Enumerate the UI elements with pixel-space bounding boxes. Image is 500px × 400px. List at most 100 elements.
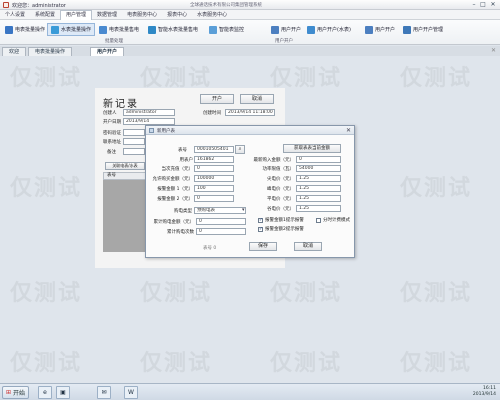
dialog-field-input[interactable]: 100 (194, 185, 234, 192)
dialog-field-input[interactable]: 54000 (296, 165, 341, 172)
account-date-field[interactable]: 2013/9/14 (123, 118, 175, 125)
dialog-close-icon[interactable]: ✕ (346, 127, 351, 134)
menu-water-service[interactable]: 水表服务中心 (192, 10, 232, 20)
app-icon (3, 2, 9, 8)
dialog-field-input[interactable]: 161862 (194, 156, 234, 163)
chevron-down-icon[interactable]: ▾ (242, 207, 245, 213)
ribbon-account-management-button[interactable]: 用户开户管理 (400, 23, 446, 36)
minimize-button[interactable]: – (470, 1, 478, 9)
close-window-button[interactable]: ✕ (489, 1, 497, 9)
watermark: 仅测试 (140, 281, 213, 306)
dialog-field-label: 报警金额 1（元） (157, 187, 193, 192)
create-time-field[interactable]: 2013/9/14 11:18:00 (225, 109, 275, 116)
price-type-label: 购电类型 (174, 209, 192, 214)
tou-mode-checkbox[interactable]: 分时计费模式 (316, 217, 350, 223)
menu-data-management[interactable]: 数据管理 (92, 10, 122, 20)
checkbox-box (316, 217, 321, 223)
create-time-label: 创建时间 (203, 111, 221, 116)
dialog-field-label: 累计购电次数 (167, 230, 194, 235)
dialog-field-label: 谷电价（元） (267, 207, 294, 212)
dialog-field-input[interactable]: 0 (296, 156, 341, 163)
account-date-label: 开户日期 (103, 120, 121, 125)
address-field[interactable] (123, 138, 145, 145)
watermark: 仅测试 (400, 66, 473, 91)
dialog-field-label: 允许购买金额（元） (152, 177, 194, 182)
menu-meter-service[interactable]: 电表服务中心 (122, 10, 162, 20)
meter-grid[interactable]: 表号 (103, 172, 148, 252)
search-icon: ⌕ (238, 146, 242, 152)
water-meter-icon (51, 25, 59, 34)
dialog-status-text: 表号 0 (203, 246, 217, 251)
taskbar: ⊞ 开始 e ▣ ✉ W 16:11 2013/9/14 (0, 383, 500, 400)
user-icon (365, 25, 373, 34)
dialog-field-input[interactable]: 1.25 (296, 195, 341, 202)
dialog-field-input[interactable]: 0 (194, 195, 234, 202)
purchase-count-field[interactable]: 0 (196, 228, 246, 235)
water-user-icon (307, 25, 315, 34)
creator-field[interactable]: administrator (123, 109, 175, 116)
ribbon-open-account-2-button[interactable]: 用户开户 (362, 23, 398, 36)
watermark: 仅测试 (270, 281, 343, 306)
maximize-button[interactable]: □ (479, 1, 487, 9)
ribbon-open-account-button[interactable]: 用户开户 (268, 23, 304, 36)
system-tray-clock[interactable]: 16:11 2013/9/14 (473, 386, 496, 398)
dialog-cancel-button[interactable]: 取消 (294, 242, 322, 251)
form-field-label: 密码验证 (103, 131, 121, 136)
app-window-icon[interactable]: ▣ (56, 386, 70, 399)
dialog-field-label: 报警金额 2（元） (157, 197, 193, 202)
dialog-field-input[interactable]: 1.25 (296, 185, 341, 192)
total-purchase-field[interactable]: 0 (196, 218, 246, 225)
dialog-title: 新用户表 (157, 129, 175, 134)
tab-meter-batch[interactable]: 电表批量操作 (28, 47, 73, 56)
alarm2-checkbox[interactable]: ✓ 报警金额2提示报警 (258, 226, 304, 232)
meter-no-field[interactable]: 00010505401 (194, 146, 234, 153)
sale-icon (99, 25, 107, 34)
meter-lookup-button[interactable]: ⌕ (235, 145, 245, 154)
dialog-field-input[interactable]: 0 (194, 165, 234, 172)
menu-personal-settings[interactable]: 个人设置 (0, 10, 30, 20)
title-bar: 欢迎您：administrator 全球通话技术有限公司集团管理系统 – □ ✕ (0, 0, 500, 10)
dialog-field-label: 用表户 (179, 158, 194, 163)
grid-header-meter-no: 表号 (103, 172, 148, 180)
tab-open-account[interactable]: 用户开户 (90, 47, 125, 56)
ribbon-meter-sale-button[interactable]: 电表批量售电 (96, 23, 142, 36)
watermark: 仅测试 (10, 351, 83, 376)
ribbon-toolbar: 电表批量操作 水表批量操作 电表批量售电 智能水表批量售电 智能表监控 用户开户… (0, 20, 500, 45)
alarm1-checkbox[interactable]: ✓ 报警金额1提示报警 (258, 217, 304, 223)
ribbon-water-batch-button[interactable]: 水表批量操作 (47, 23, 96, 36)
menu-report-center[interactable]: 报表中心 (162, 10, 192, 20)
form-heading: 新记录 (103, 99, 139, 110)
dialog-title-bar: 新用户表 ✕ (146, 126, 354, 135)
ribbon-smart-monitor-button[interactable]: 智能表监控 (206, 23, 247, 36)
dialog-field-input[interactable]: 100000 (194, 175, 234, 182)
remark-field[interactable] (123, 148, 145, 155)
tab-welcome[interactable]: 欢迎 (2, 47, 27, 56)
ribbon-meter-batch-button[interactable]: 电表批量操作 (2, 23, 48, 36)
watermark: 仅测试 (10, 176, 83, 201)
watermark: 仅测试 (140, 351, 213, 376)
form-cancel-button[interactable]: 取消 (240, 94, 274, 104)
dialog-save-button[interactable]: 保存 (249, 242, 277, 251)
start-button[interactable]: ⊞ 开始 (2, 386, 30, 399)
bind-meter-button[interactable]: 关联电表/水表 (105, 162, 145, 170)
dialog-field-input[interactable]: 1.25 (296, 175, 341, 182)
browser-icon[interactable]: e (38, 386, 52, 399)
dialog-field-input[interactable]: 1.25 (296, 205, 341, 212)
ribbon-group-label: 用户开户 (275, 39, 293, 44)
word-icon[interactable]: W (124, 386, 138, 399)
dialog-icon (149, 128, 154, 133)
ribbon-smart-water-sale-button[interactable]: 智能水表批量售电 (145, 23, 201, 36)
menu-bar: 个人设置 系统配置 用户管理 数据管理 电表服务中心 报表中心 水表服务中心 (0, 9, 500, 20)
dialog-field-label: 当次充值（元） (161, 167, 194, 172)
menu-user-management[interactable]: 用户管理 (60, 9, 93, 20)
menu-system-config[interactable]: 系统配置 (30, 10, 60, 20)
open-account-button[interactable]: 开户 (200, 94, 234, 104)
new-meter-dialog: 新用户表 ✕ 表号 00010505401 ⌕ 获取表表当前金额 用表户 161… (145, 125, 355, 258)
close-tab-icon[interactable]: ✕ (491, 47, 496, 54)
read-meter-balance-button[interactable]: 获取表表当前金额 (283, 144, 341, 153)
ribbon-open-water-account-button[interactable]: 用户开户(水表) (304, 23, 354, 36)
system-title: 全球通话技术有限公司集团管理系统 (190, 3, 262, 8)
mail-icon[interactable]: ✉ (97, 386, 111, 399)
price-type-select[interactable]: 预购电表 (194, 207, 246, 214)
password-field[interactable] (123, 129, 145, 136)
